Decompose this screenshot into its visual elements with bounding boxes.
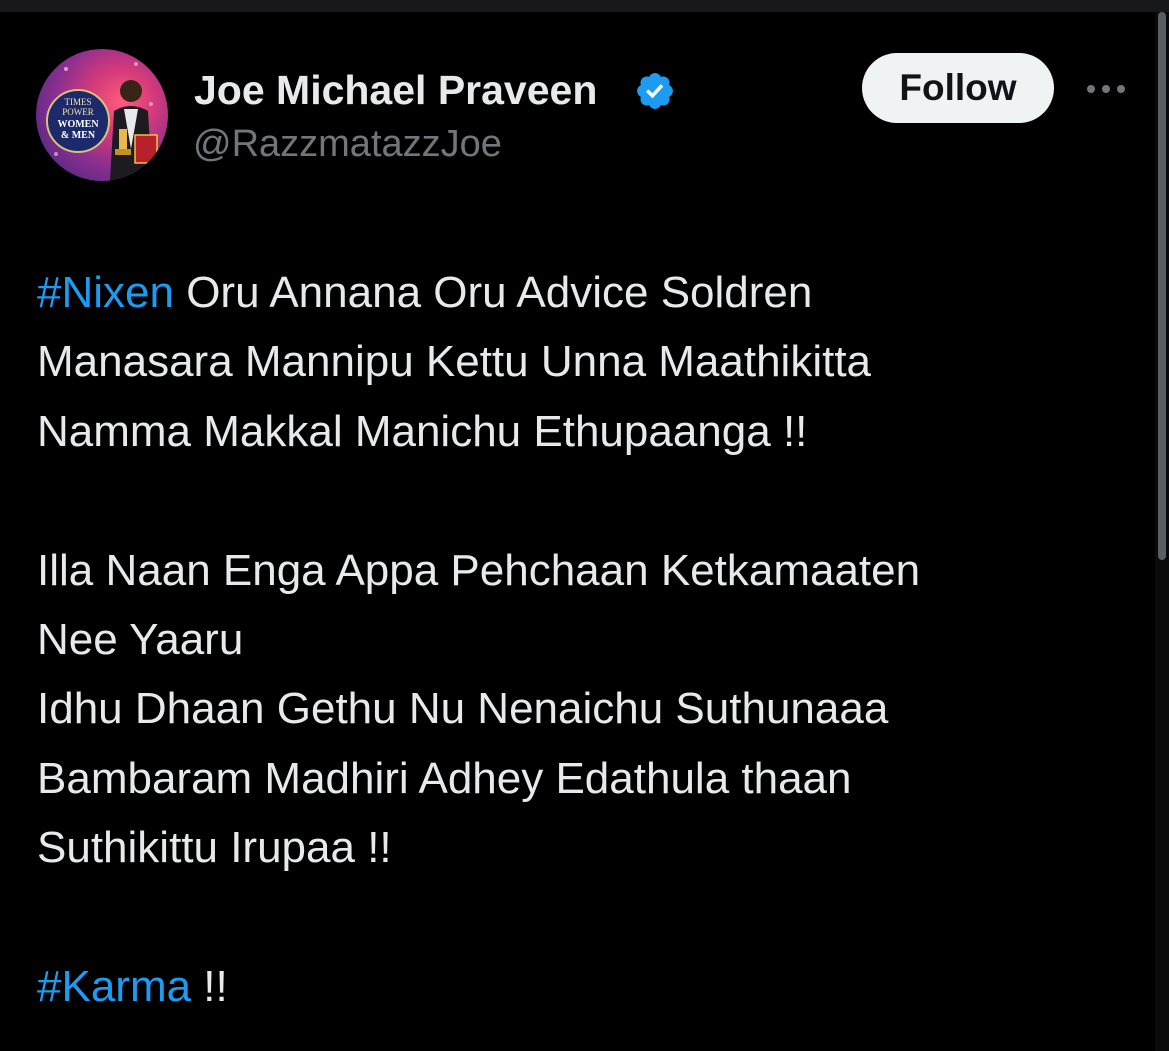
avatar-image: TIMES POWER WOMEN & MEN <box>46 62 158 181</box>
tweet-text-line: #Nixen Oru Annana Oru Advice Soldren <box>37 258 1137 327</box>
tweet-text-segment: Bambaram Madhiri Adhey Edathula thaan <box>37 753 852 803</box>
tweet-text-line <box>37 466 1137 535</box>
tweet-text-line <box>37 883 1137 952</box>
tweet-text-line: Bambaram Madhiri Adhey Edathula thaan <box>37 744 1137 813</box>
author-name[interactable]: Joe Michael Praveen <box>194 64 597 116</box>
tweet-text-segment: Nee Yaaru <box>37 614 244 664</box>
avatar-logo-text-4: & MEN <box>61 130 96 141</box>
tweet-text-line: Suthikittu Irupaa !! <box>37 813 1137 882</box>
avatar[interactable]: TIMES POWER WOMEN & MEN <box>36 49 168 181</box>
verified-badge-icon <box>637 73 673 109</box>
avatar-logo-text-3: WOMEN <box>57 119 99 130</box>
scrollbar-thumb[interactable] <box>1158 12 1166 560</box>
tweet-text-line: Manasara Mannipu Kettu Unna Maathikitta <box>37 327 1137 396</box>
avatar-logo-text-2: POWER <box>62 107 94 117</box>
tweet-text-segment: Suthikittu Irupaa !! <box>37 823 392 873</box>
tweet-text-segment: Idhu Dhaan Gethu Nu Nenaichu Suthunaaa <box>37 684 889 734</box>
tweet-text-line: Illa Naan Enga Appa Pehchaan Ketkamaaten <box>37 536 1137 605</box>
tweet-text-segment: Illa Naan Enga Appa Pehchaan Ketkamaaten <box>37 545 921 595</box>
author-handle[interactable]: @RazzmatazzJoe <box>193 121 502 167</box>
tweet-text: #Nixen Oru Annana Oru Advice Soldren Mana… <box>37 258 1137 1021</box>
avatar-logo-text-1: TIMES <box>65 97 92 107</box>
tweet-text-segment: !! <box>191 961 228 1011</box>
hashtag-link[interactable]: #Nixen <box>37 268 174 317</box>
tweet-text-segment: Manasara Mannipu Kettu Unna Maathikitta <box>37 337 872 387</box>
tweet-text-segment: Namma Makkal Manichu Ethupaanga !! <box>37 406 808 456</box>
tweet-text-line: Namma Makkal Manichu Ethupaanga !! <box>37 397 1137 466</box>
tweet-text-line: #Karma !! <box>37 952 1137 1021</box>
tweet-text-line: Idhu Dhaan Gethu Nu Nenaichu Suthunaaa <box>37 674 1137 743</box>
tweet-text-line: Nee Yaaru <box>37 605 1137 674</box>
follow-button[interactable]: Follow <box>862 53 1054 123</box>
tweet-text-segment: Oru Annana Oru Advice Soldren <box>173 268 813 317</box>
more-horizontal-icon[interactable] <box>1082 74 1132 104</box>
hashtag-link[interactable]: #Karma <box>37 962 191 1011</box>
top-bar <box>0 0 1169 12</box>
